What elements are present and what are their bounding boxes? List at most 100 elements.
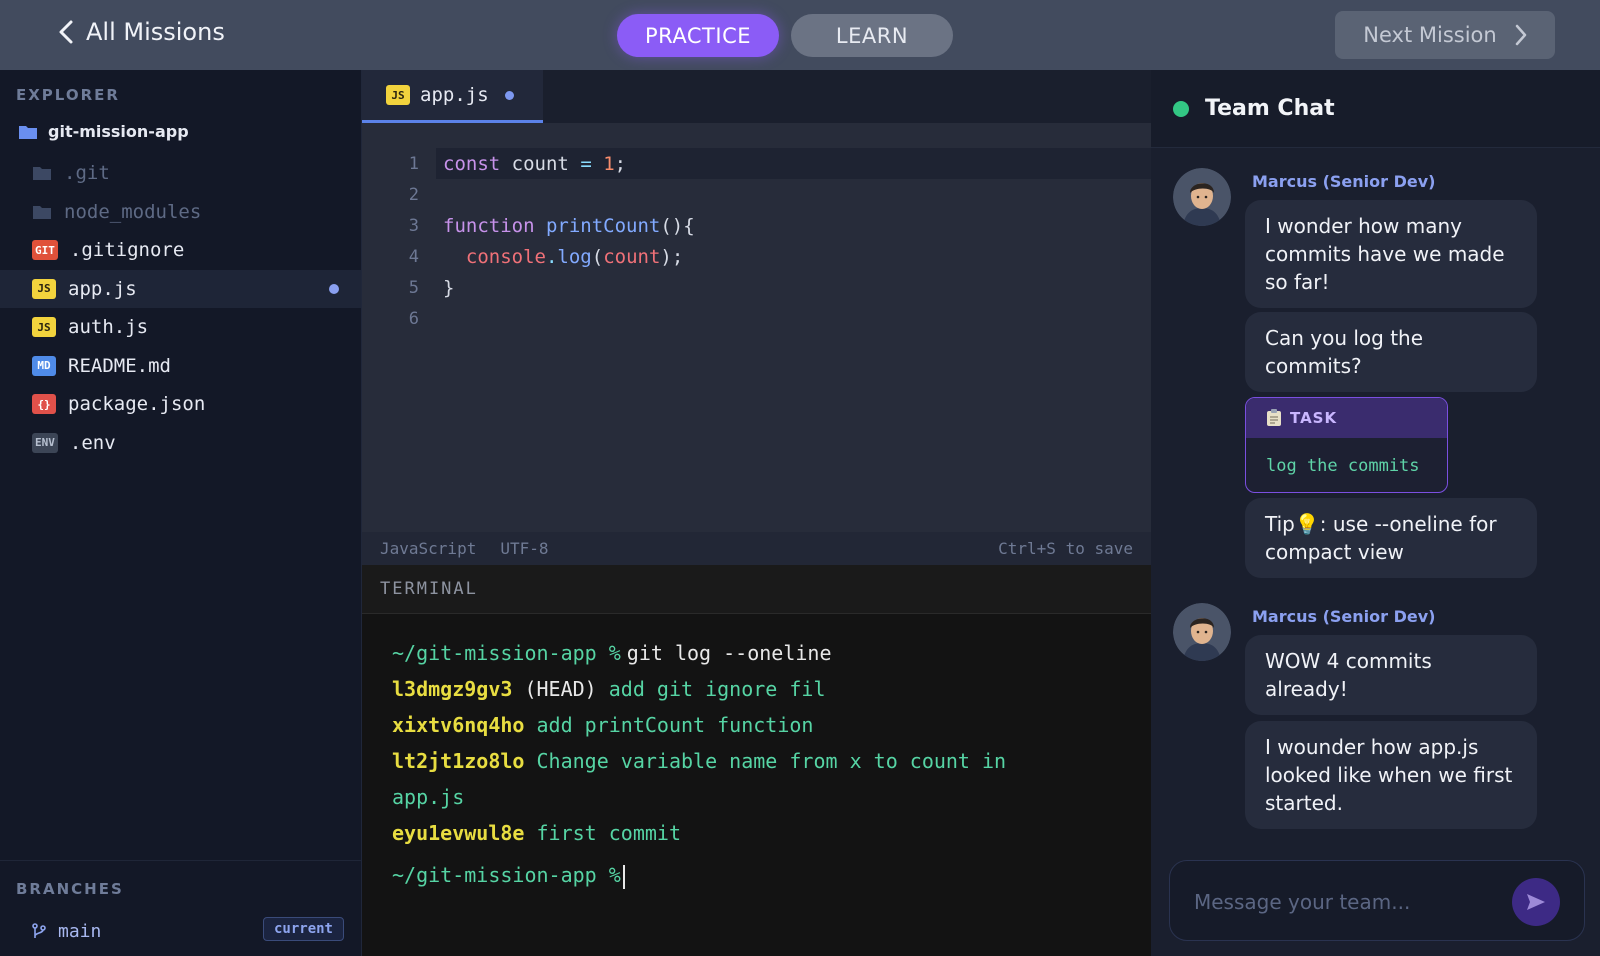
line-number: 1	[408, 153, 419, 174]
markdown-file-icon: MD	[32, 355, 56, 376]
line-number: 6	[408, 308, 419, 329]
commit-hash: l3dmgz9gv3	[392, 677, 513, 701]
online-status-icon	[1173, 100, 1189, 117]
folder-icon	[19, 125, 37, 139]
lightbulb-icon: 💡	[1294, 512, 1320, 536]
team-chat-panel: Team Chat Marcus (Senior Dev) I wonder h…	[1151, 70, 1600, 956]
terminal-command-line: ~/git-mission-app % git log --oneline	[392, 635, 1122, 671]
code-line: 5 }	[362, 272, 1151, 303]
json-file-icon: {}	[32, 394, 56, 415]
root-folder[interactable]: git-mission-app	[18, 122, 189, 141]
clipboard-icon	[1267, 409, 1281, 426]
code-line: 2	[362, 179, 1151, 210]
commit-hash: xixtv6nq4ho	[392, 713, 525, 737]
chat-header: Team Chat	[1151, 70, 1600, 148]
tree-item-node-modules[interactable]: node_modules	[0, 193, 361, 232]
task-label: TASK	[1290, 409, 1338, 427]
line-content: function printCount(){	[443, 214, 695, 237]
file-name: auth.js	[68, 316, 149, 339]
top-bar: All Missions PRACTICE LEARN Next Mission	[0, 0, 1600, 70]
terminal-input-line[interactable]: ~/git-mission-app %	[392, 857, 1122, 893]
chevron-right-icon	[1515, 24, 1526, 46]
task-header: TASK	[1246, 398, 1447, 438]
mode-tabs: PRACTICE LEARN	[617, 14, 953, 57]
branches-title: BRANCHES	[16, 880, 124, 898]
head-marker: (HEAD)	[524, 677, 597, 701]
code-editor: JS app.js 1 const count = 1; 2 3 functio…	[362, 70, 1151, 532]
commit-line: eyu1evwul8e first commit	[392, 815, 1122, 851]
modified-dot	[329, 283, 339, 294]
terminal-output: ~/git-mission-app % git log --oneline l3d…	[392, 635, 1122, 893]
tab-practice[interactable]: PRACTICE	[617, 14, 779, 57]
unsaved-dot	[504, 90, 514, 100]
editor-tab-app-js[interactable]: JS app.js	[362, 70, 543, 123]
save-hint: Ctrl+S to save	[998, 539, 1133, 558]
env-file-icon: ENV	[32, 432, 58, 453]
branch-name: main	[58, 920, 102, 942]
folder-icon	[33, 167, 51, 181]
terminal-prompt: ~/git-mission-app %	[392, 863, 621, 887]
tree-item-auth-js[interactable]: JS auth.js	[0, 308, 361, 347]
line-number: 4	[408, 246, 419, 267]
file-name: README.md	[68, 354, 171, 377]
chat-message: Can you log the commits?	[1245, 312, 1537, 392]
chevron-left-icon	[59, 20, 73, 44]
branch-item-main[interactable]: main current	[32, 915, 344, 947]
tab-learn[interactable]: LEARN	[791, 14, 953, 57]
chat-composer	[1169, 860, 1585, 941]
chat-message: I wonder how many commits have we made s…	[1245, 200, 1537, 308]
message-input[interactable]	[1194, 885, 1494, 919]
tree-item-gitignore[interactable]: GIT .gitignore	[0, 231, 361, 270]
line-number: 5	[408, 277, 419, 298]
commit-message: add git ignore fil	[608, 677, 826, 701]
task-text: log the commits	[1266, 456, 1420, 476]
code-line: 6	[362, 303, 1151, 334]
chat-message: I wounder how app.js looked like when we…	[1245, 721, 1537, 829]
task-card[interactable]: TASK log the commits	[1245, 397, 1448, 493]
chat-message-tip: Tip💡: use --oneline for compact view	[1245, 498, 1537, 578]
all-missions-label: All Missions	[86, 18, 225, 46]
commit-message: Change variable name from x to count in	[536, 749, 1007, 773]
editor-status-bar: JavaScript UTF-8 Ctrl+S to save	[362, 532, 1151, 565]
language-indicator: JavaScript	[380, 539, 477, 558]
tree-item-package-json[interactable]: {} package.json	[0, 385, 361, 424]
avatar	[1173, 168, 1231, 226]
tree-item-readme[interactable]: MD README.md	[0, 347, 361, 386]
commit-line: lt2jt1zo8lo Change variable name from x …	[392, 743, 1122, 779]
tree-item-app-js[interactable]: JS app.js	[0, 269, 361, 308]
tree-item-git-folder[interactable]: .git	[0, 154, 361, 193]
commit-line: l3dmgz9gv3 (HEAD) add git ignore fil	[392, 671, 1122, 707]
terminal-prompt: ~/git-mission-app %	[392, 641, 621, 665]
file-name: package.json	[68, 393, 206, 416]
terminal-command: git log --oneline	[626, 641, 832, 665]
code-line: 1 const count = 1;	[409, 148, 1151, 179]
text-cursor	[622, 864, 625, 889]
encoding-indicator: UTF-8	[500, 539, 549, 558]
current-branch-badge: current	[262, 917, 344, 941]
next-mission-button[interactable]: Next Mission	[1335, 11, 1555, 59]
send-icon	[1527, 894, 1545, 910]
file-tree: .git node_modules GIT .gitignore JS app.…	[0, 154, 361, 462]
all-missions-link[interactable]: All Missions	[58, 18, 225, 46]
file-name: .gitignore	[69, 239, 185, 262]
commit-message: first commit	[536, 821, 682, 845]
file-name: node_modules	[64, 200, 202, 223]
sender-name: Marcus (Senior Dev)	[1252, 607, 1436, 626]
line-number: 3	[408, 215, 419, 236]
commit-message: app.js	[392, 785, 465, 809]
file-name: app.js	[68, 277, 137, 300]
terminal-panel[interactable]: TERMINAL ~/git-mission-app % git log --on…	[362, 565, 1151, 956]
root-folder-label: git-mission-app	[48, 122, 189, 141]
git-branch-icon	[32, 923, 46, 938]
tip-prefix: Tip	[1265, 512, 1295, 536]
commit-hash: eyu1evwul8e	[392, 821, 525, 845]
line-number: 2	[408, 184, 419, 205]
tab-label: app.js	[420, 84, 489, 106]
line-content: const count = 1;	[443, 152, 627, 175]
file-name: .env	[69, 431, 116, 454]
commit-line-continuation: app.js	[392, 779, 1122, 815]
code-area[interactable]: 1 const count = 1; 2 3 function printCou…	[362, 148, 1151, 334]
code-line: 3 function printCount(){	[362, 210, 1151, 241]
tree-item-env[interactable]: ENV .env	[0, 424, 361, 463]
send-button[interactable]	[1512, 878, 1560, 926]
